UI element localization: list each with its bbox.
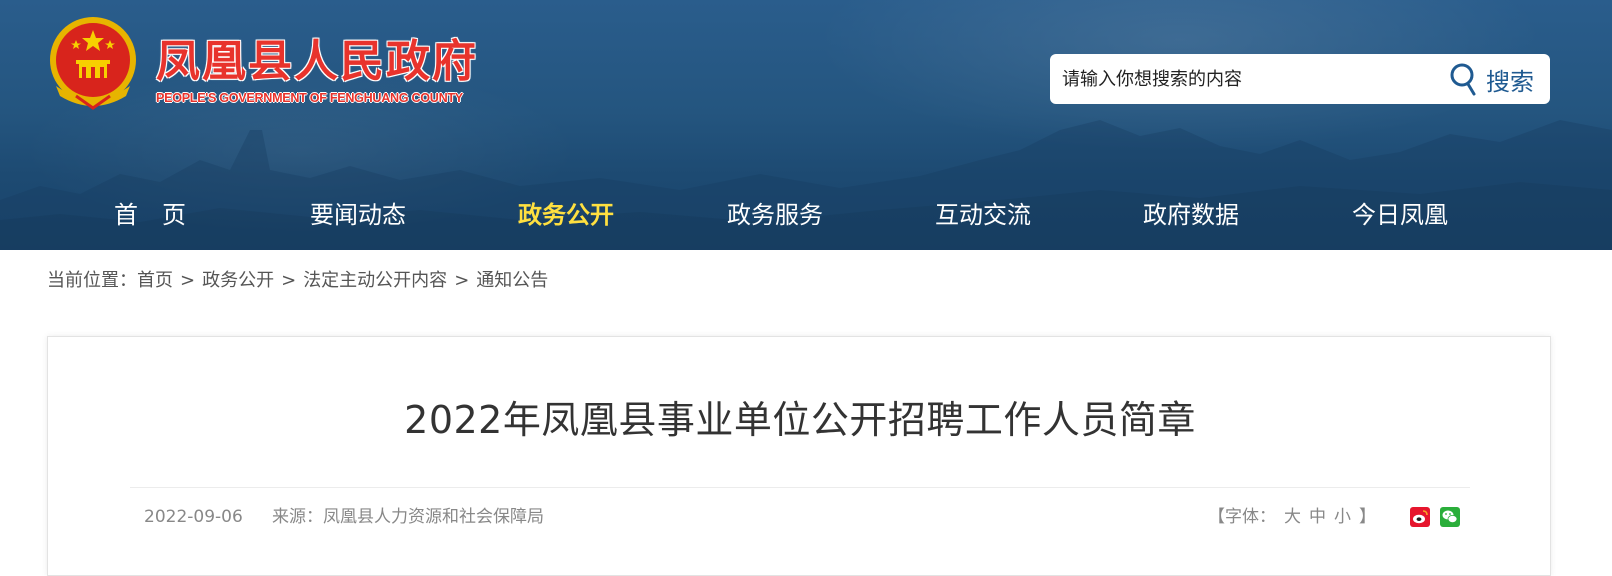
breadcrumb-separator: >: [180, 270, 196, 291]
font-size-small-button[interactable]: 小: [1334, 507, 1351, 527]
article-source: 来源：凤凰县人力资源和社会保障局: [272, 507, 544, 527]
nav-item-gov-affairs[interactable]: 政务公开: [518, 190, 614, 240]
site-header: 凤凰县人民政府 PEOPLE'S GOVERNMENT OF FENGHUANG…: [0, 0, 1612, 250]
nav-item-gov-services[interactable]: 政务服务: [727, 190, 823, 240]
nav-item-interaction[interactable]: 互动交流: [935, 190, 1031, 240]
search-button-label: 搜索: [1486, 67, 1534, 96]
search-input[interactable]: [1062, 63, 1452, 95]
font-size-medium-button[interactable]: 中: [1309, 507, 1326, 527]
site-subtitle: PEOPLE'S GOVERNMENT OF FENGHUANG COUNTY: [156, 91, 463, 105]
breadcrumb-item-home[interactable]: 首页: [137, 270, 173, 291]
breadcrumb-prefix: 当前位置：: [47, 270, 137, 291]
breadcrumb: 当前位置：首页 > 政务公开 > 法定主动公开内容 > 通知公告: [47, 268, 548, 294]
breadcrumb-item-gov-affairs[interactable]: 政务公开: [202, 270, 274, 291]
breadcrumb-item-notices[interactable]: 通知公告: [476, 270, 548, 291]
nav-item-gov-data[interactable]: 政府数据: [1143, 190, 1239, 240]
nav-item-home[interactable]: 首 页: [114, 190, 186, 240]
font-size-control: 【字体： 大中小】: [1208, 505, 1376, 529]
article-card: 2022年凤凰县事业单位公开招聘工作人员简章 2022-09-06 来源：凤凰县…: [47, 336, 1551, 576]
weibo-icon[interactable]: [1410, 507, 1430, 527]
article-title: 2022年凤凰县事业单位公开招聘工作人员简章: [404, 398, 1196, 442]
search-button[interactable]: 搜索: [1448, 58, 1544, 100]
font-size-large-button[interactable]: 大: [1284, 507, 1301, 527]
font-size-open: 【字体：: [1208, 507, 1276, 527]
nav-item-today-fenghuang[interactable]: 今日凤凰: [1352, 190, 1448, 240]
font-size-close: 】: [1359, 507, 1376, 527]
wechat-icon[interactable]: [1440, 507, 1460, 527]
nav-item-news[interactable]: 要闻动态: [310, 190, 406, 240]
breadcrumb-item-statutory-content[interactable]: 法定主动公开内容: [303, 270, 447, 291]
breadcrumb-separator: >: [454, 270, 470, 291]
site-title: 凤凰县人民政府: [156, 36, 478, 87]
national-emblem-icon: [50, 17, 136, 110]
breadcrumb-separator: >: [281, 270, 297, 291]
main-nav: 首 页 要闻动态 政务公开 政务服务 互动交流 政府数据 今日凤凰: [0, 190, 1612, 240]
title-divider: [130, 487, 1470, 488]
article-date: 2022-09-06: [144, 507, 243, 527]
search-icon: [1450, 63, 1476, 96]
